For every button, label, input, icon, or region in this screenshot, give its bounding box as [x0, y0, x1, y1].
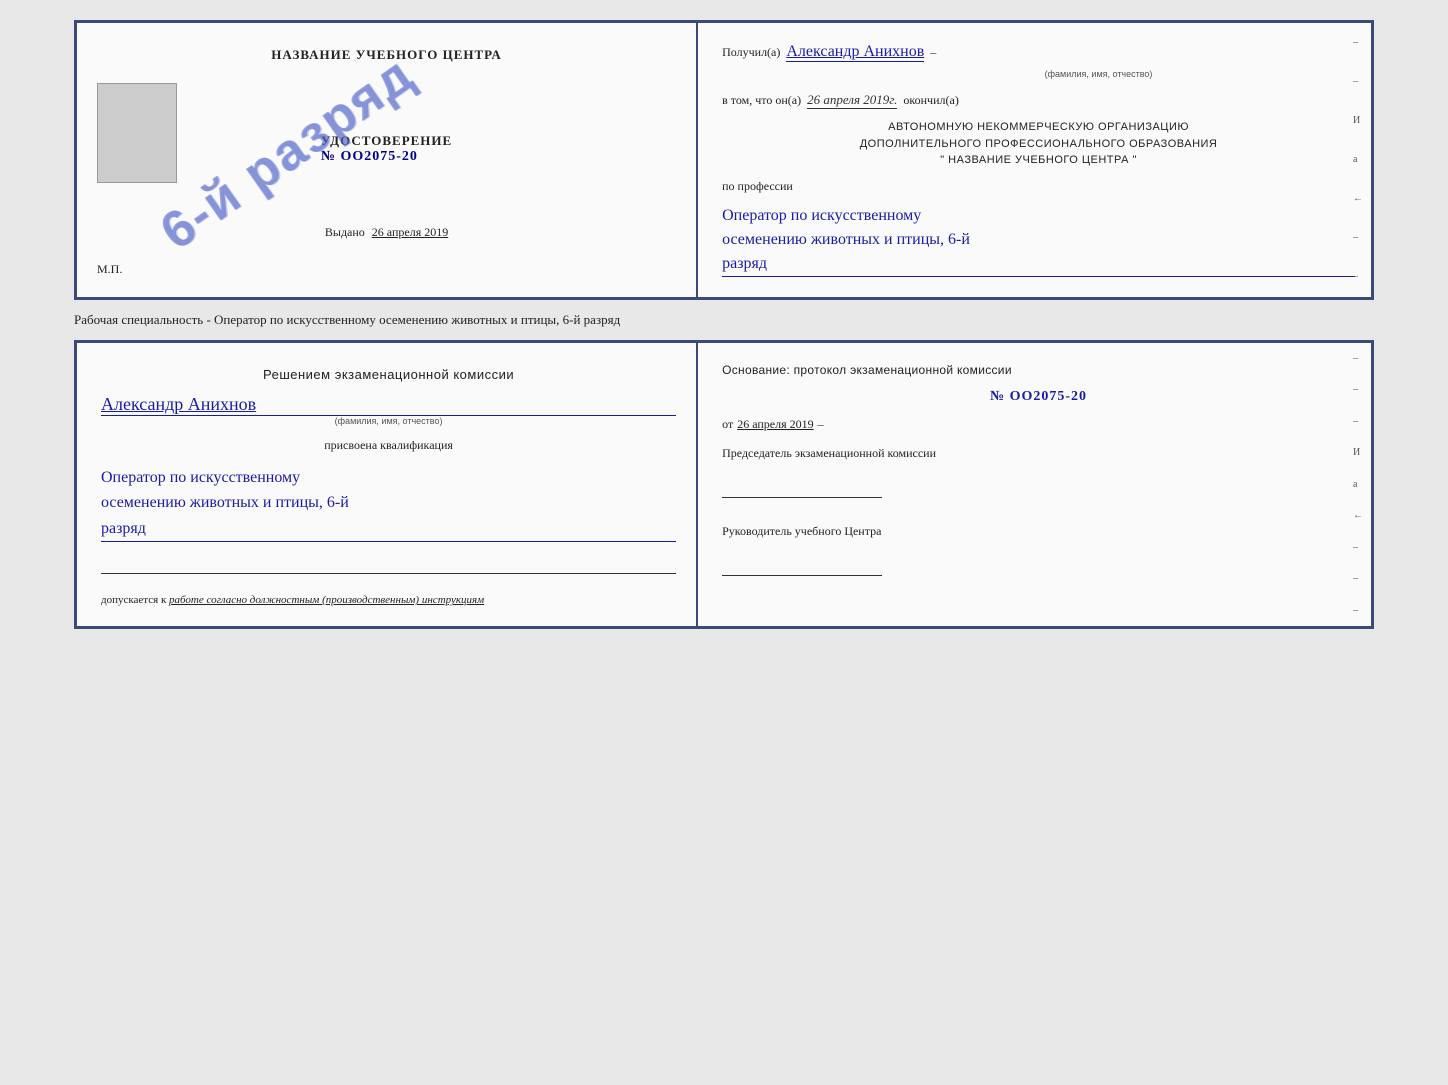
received-label: Получил(а) — [722, 45, 780, 60]
profession-line1: Оператор по искусственному — [722, 204, 1355, 228]
org-name-top: НАЗВАНИЕ УЧЕБНОГО ЦЕНТРА — [271, 47, 502, 63]
cert-number: № OO2075-20 — [321, 149, 452, 165]
profession-line3: разряд — [722, 252, 1355, 276]
director-label: Руководитель учебного Центра — [722, 522, 1355, 540]
date-from-value: 26 апреля 2019 — [737, 417, 813, 432]
name-subtitle-top: (фамилия, имя, отчество) — [1045, 69, 1153, 79]
received-line: Получил(а) Александр Анихнов – — [722, 43, 1355, 62]
bottom-certificate: Решением экзаменационной комиссии Алекса… — [74, 340, 1374, 630]
cert-title: УДОСТОВЕРЕНИЕ — [321, 133, 452, 149]
photo-placeholder — [97, 83, 177, 183]
bottom-cert-left: Решением экзаменационной комиссии Алекса… — [77, 343, 698, 627]
protocol-number: № OO2075-20 — [722, 389, 1355, 405]
date-from-line: от 26 апреля 2019 – — [722, 417, 1355, 432]
profession-text: Оператор по искусственному осеменению жи… — [722, 204, 1355, 277]
issued-label: Выдано — [325, 225, 365, 239]
chairman-signature-line — [722, 478, 882, 498]
org-block: АВТОНОМНУЮ НЕКОММЕРЧЕСКУЮ ОРГАНИЗАЦИЮ ДО… — [722, 119, 1355, 169]
issued-line: Выдано 26 апреля 2019 — [325, 225, 448, 240]
admitted-intro: допускается к — [101, 594, 166, 606]
issued-date: 26 апреля 2019 — [372, 225, 448, 239]
right-dashes-bottom: – – – И а ← – – – — [1353, 343, 1363, 627]
document-wrapper: НАЗВАНИЕ УЧЕБНОГО ЦЕНТРА 6-й разряд УДОС… — [74, 20, 1374, 629]
chairman-label: Председатель экзаменационной комиссии — [722, 444, 1355, 462]
top-cert-left-panel: НАЗВАНИЕ УЧЕБНОГО ЦЕНТРА 6-й разряд УДОС… — [77, 23, 698, 297]
right-dashes: – – И а ← – – — [1353, 23, 1363, 297]
person-name-block: Александр Анихнов (фамилия, имя, отчеств… — [101, 394, 676, 426]
date-value: 26 апреля 2019г. — [807, 92, 897, 109]
admitted-line: допускается к работе согласно должностны… — [101, 594, 676, 606]
bottom-cert-right: Основание: протокол экзаменационной коми… — [698, 343, 1371, 627]
top-cert-right-panel: Получил(а) Александр Анихнов – (фамилия,… — [698, 23, 1371, 297]
received-name: Александр Анихнов — [786, 43, 924, 62]
dash1: – — [930, 45, 936, 60]
profession-line2: осеменению животных и птицы, 6-й — [722, 228, 1355, 252]
admitted-text: работе согласно должностным (производств… — [169, 594, 484, 606]
qualification-text: Оператор по искусственному осеменению жи… — [101, 465, 676, 543]
date-from-label: от — [722, 417, 733, 432]
finished-word: окончил(а) — [903, 93, 958, 108]
qual-line3: разряд — [101, 516, 676, 542]
org-line2: ДОПОЛНИТЕЛЬНОГО ПРОФЕССИОНАЛЬНОГО ОБРАЗО… — [722, 136, 1355, 153]
org-line1: АВТОНОМНУЮ НЕКОММЕРЧЕСКУЮ ОРГАНИЗАЦИЮ — [722, 119, 1355, 136]
date-line: в том, что он(а) 26 апреля 2019г. окончи… — [722, 92, 1355, 109]
date-intro: в том, что он(а) — [722, 93, 801, 108]
org-line3: " НАЗВАНИЕ УЧЕБНОГО ЦЕНТРА " — [722, 152, 1355, 169]
person-name-subtitle: (фамилия, имя, отчество) — [101, 416, 676, 426]
top-certificate: НАЗВАНИЕ УЧЕБНОГО ЦЕНТРА 6-й разряд УДОС… — [74, 20, 1374, 300]
cert-title-block: УДОСТОВЕРЕНИЕ № OO2075-20 — [321, 133, 452, 165]
director-signature-line — [722, 556, 882, 576]
qualification-label: присвоена квалификация — [101, 438, 676, 453]
mp-line: М.П. — [97, 252, 122, 277]
qual-line2: осеменению животных и птицы, 6-й — [101, 490, 676, 516]
decision-title: Решением экзаменационной комиссии — [101, 367, 676, 382]
qual-line1: Оператор по искусственному — [101, 465, 676, 491]
underline1 — [101, 554, 676, 574]
profession-label: по профессии — [722, 179, 1355, 194]
person-name: Александр Анихнов — [101, 394, 676, 416]
basis-title: Основание: протокол экзаменационной коми… — [722, 363, 1355, 377]
middle-label: Рабочая специальность - Оператор по иску… — [74, 308, 620, 332]
